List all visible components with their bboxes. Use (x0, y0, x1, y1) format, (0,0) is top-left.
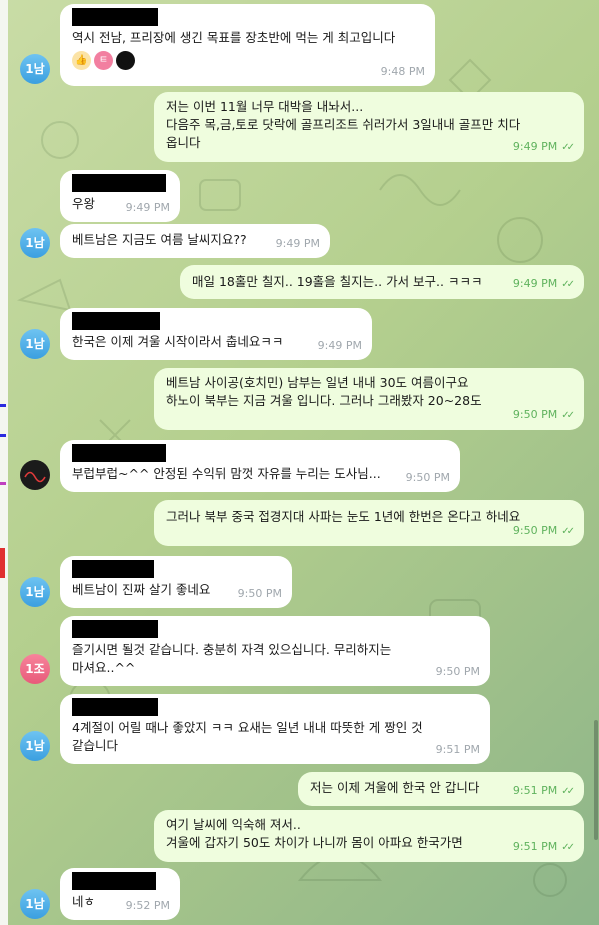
avatar[interactable] (20, 460, 50, 490)
message-time: 9:51 PM (512, 840, 558, 853)
message-bubble-incoming[interactable]: 베트남은 지금도 여름 날씨지요?? 9:49 PM (60, 224, 330, 258)
avatar[interactable]: 1조 (20, 654, 50, 684)
message-text: 저는 이번 11월 너무 대박을 내놔서... 다음주 목,금,토로 닷락에 골… (166, 99, 521, 150)
message-status: 9:51 PM ✓✓ (512, 838, 575, 857)
message-text: 여기 날씨에 익숙해 져서.. 겨울에 갑자기 50도 차이가 나니까 몸이 아… (166, 817, 463, 850)
message-bubble-incoming[interactable]: 부럽부럽~^^ 안정된 수익뒤 맘껏 자유를 누리는 도사님... 9:50 P… (60, 440, 460, 492)
message-time: 9:50 PM (435, 665, 480, 678)
sender-name-redacted[interactable] (72, 620, 158, 638)
message-status: 9:51 PM ✓✓ (512, 782, 575, 801)
message-text: 부럽부럽~^^ 안정된 수익뒤 맘껏 자유를 누리는 도사님... (72, 466, 381, 481)
message-time: 9:50 PM (512, 408, 558, 421)
message-bubble-incoming[interactable]: 우왕 9:49 PM (60, 170, 180, 222)
read-checkmarks-icon: ✓✓ (561, 142, 575, 153)
message-bubble-outgoing[interactable]: 여기 날씨에 익숙해 져서.. 겨울에 갑자기 50도 차이가 나니까 몸이 아… (154, 810, 584, 862)
left-window-edge (0, 0, 8, 925)
message-bubble-incoming[interactable]: 네ㅎ 9:52 PM (60, 868, 180, 920)
message-bubble-outgoing[interactable]: 그러나 북부 중국 접경지대 사파는 눈도 1년에 한번은 온다고 하네요 9:… (154, 500, 584, 546)
avatar[interactable]: 1남 (20, 329, 50, 359)
sender-name-redacted[interactable] (72, 560, 154, 578)
avatar[interactable]: 1남 (20, 54, 50, 84)
message-status: 9:50 PM ✓✓ (512, 522, 575, 541)
edge-marker (0, 404, 6, 407)
message-bubble-incoming[interactable]: 즐기시면 될것 같습니다. 충분히 자격 있으십니다. 무리하지는 마셔요..^… (60, 616, 490, 686)
thumbs-up-reaction[interactable]: 👍 (72, 51, 91, 70)
sender-name-redacted[interactable] (72, 312, 160, 330)
read-checkmarks-icon: ✓✓ (561, 842, 575, 853)
read-checkmarks-icon: ✓✓ (561, 526, 575, 537)
reactions[interactable]: 👍 ㅌ ● (72, 51, 423, 71)
edge-marker (0, 482, 6, 485)
message-time: 9:50 PM (512, 524, 558, 537)
read-checkmarks-icon: ✓✓ (561, 786, 575, 797)
message-bubble-incoming[interactable]: 4계절이 어릴 때나 좋았지 ㅋㅋ 요새는 일년 내내 따뜻한 게 짱인 것 같… (60, 694, 490, 764)
scrollbar-thumb[interactable] (594, 720, 598, 840)
avatar[interactable]: 1남 (20, 577, 50, 607)
message-bubble-outgoing[interactable]: 저는 이제 겨울에 한국 안 갑니다 9:51 PM ✓✓ (298, 772, 584, 806)
message-time: 9:48 PM (380, 65, 425, 78)
message-text: 베트남 사이공(호치민) 남부는 일년 내내 30도 여름이구요 하노이 북부는… (166, 375, 482, 408)
message-time: 9:51 PM (512, 784, 558, 797)
avatar[interactable]: 1남 (20, 731, 50, 761)
message-time: 9:51 PM (435, 743, 480, 756)
message-text: 그러나 북부 중국 접경지대 사파는 눈도 1년에 한번은 온다고 하네요 (166, 509, 521, 524)
message-time: 9:49 PM (512, 277, 558, 290)
sender-name-redacted[interactable] (72, 444, 166, 462)
sender-name-redacted[interactable] (72, 872, 156, 890)
avatar-logo-icon (24, 471, 46, 483)
avatar[interactable]: 1남 (20, 889, 50, 919)
sender-name-redacted[interactable] (72, 698, 158, 716)
message-bubble-incoming[interactable]: 한국은 이제 겨울 시작이라서 춥네요ㅋㅋ 9:49 PM (60, 308, 372, 360)
sender-name-redacted[interactable] (72, 8, 158, 26)
reaction-avatar[interactable]: ㅌ (94, 51, 113, 70)
message-time: 9:49 PM (317, 339, 362, 352)
message-text: 4계절이 어릴 때나 좋았지 ㅋㅋ 요새는 일년 내내 따뜻한 게 짱인 것 같… (72, 720, 423, 753)
message-status: 9:50 PM ✓✓ (512, 406, 575, 425)
message-text: 역시 전남, 프리장에 생긴 목표를 장초반에 먹는 게 최고입니다 (72, 30, 396, 45)
message-bubble-outgoing[interactable]: 베트남 사이공(호치민) 남부는 일년 내내 30도 여름이구요 하노이 북부는… (154, 368, 584, 430)
read-checkmarks-icon: ✓✓ (561, 410, 575, 421)
reaction-avatar[interactable]: ● (116, 51, 135, 70)
message-time: 9:49 PM (512, 140, 558, 153)
message-status: 9:49 PM ✓✓ (512, 275, 575, 294)
scrollbar[interactable] (593, 0, 599, 925)
sender-name-redacted[interactable] (72, 174, 166, 192)
message-status: 9:49 PM ✓✓ (512, 138, 575, 157)
message-time: 9:50 PM (237, 587, 282, 600)
message-time: 9:49 PM (275, 237, 320, 250)
edge-marker (0, 434, 6, 437)
edge-marker (0, 548, 5, 578)
message-text: 즐기시면 될것 같습니다. 충분히 자격 있으십니다. 무리하지는 마셔요..^… (72, 642, 392, 675)
message-time: 9:50 PM (405, 471, 450, 484)
message-time: 9:49 PM (125, 201, 170, 214)
message-bubble-incoming[interactable]: 역시 전남, 프리장에 생긴 목표를 장초반에 먹는 게 최고입니다 👍 ㅌ ●… (60, 4, 435, 86)
message-bubble-incoming[interactable]: 베트남이 진짜 살기 좋네요 9:50 PM (60, 556, 292, 608)
message-bubble-outgoing[interactable]: 매일 18홀만 칠지.. 19홀을 칠지는.. 가서 보구.. ㅋㅋㅋ 9:49… (180, 265, 584, 299)
avatar[interactable]: 1남 (20, 228, 50, 258)
read-checkmarks-icon: ✓✓ (561, 279, 575, 290)
message-time: 9:52 PM (125, 899, 170, 912)
message-bubble-outgoing[interactable]: 저는 이번 11월 너무 대박을 내놔서... 다음주 목,금,토로 닷락에 골… (154, 92, 584, 162)
